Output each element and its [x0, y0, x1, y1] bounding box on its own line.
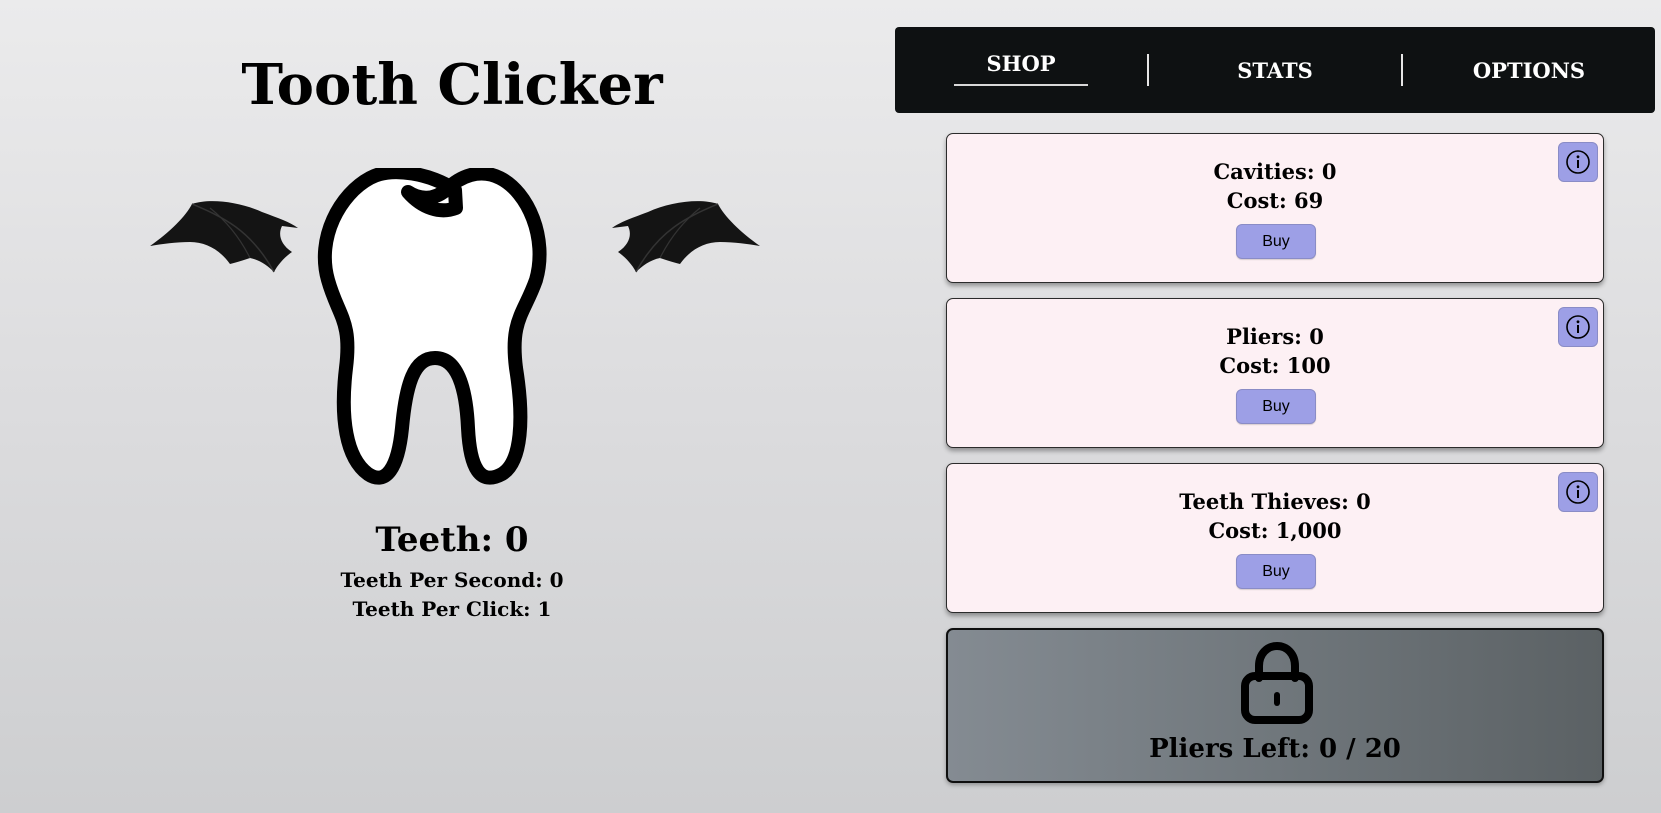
shop-item-cavities: Cavities: 0 Cost: 69 Buy	[946, 133, 1604, 283]
teeth-per-click: Teeth Per Click: 1	[352, 597, 552, 621]
info-cavities-button[interactable]	[1558, 142, 1598, 182]
teeth-per-second: Teeth Per Second: 0	[340, 568, 564, 592]
tab-options-label: OPTIONS	[1472, 57, 1586, 83]
buy-cavities-button[interactable]: Buy	[1236, 224, 1316, 259]
lock-icon	[1241, 641, 1313, 724]
buy-teeth-thieves-button[interactable]: Buy	[1236, 554, 1316, 589]
shop-item-teeth-thieves: Teeth Thieves: 0 Cost: 1,000 Buy	[946, 463, 1604, 613]
shop-item-name: Cavities: 0	[1213, 159, 1337, 184]
info-pliers-button[interactable]	[1558, 307, 1598, 347]
shop-item-cost: Cost: 1,000	[1208, 518, 1342, 543]
tab-stats-label: STATS	[1237, 57, 1313, 83]
shop-item-pliers: Pliers: 0 Cost: 100 Buy	[946, 298, 1604, 448]
shop-item-name: Teeth Thieves: 0	[1179, 489, 1371, 514]
left-wing-icon	[150, 201, 298, 273]
info-teeth-thieves-button[interactable]	[1558, 472, 1598, 512]
shop-item-cost: Cost: 69	[1226, 188, 1324, 213]
buy-pliers-button[interactable]: Buy	[1236, 389, 1316, 424]
tab-shop-label: SHOP	[954, 51, 1088, 86]
shop-item-cost: Cost: 100	[1219, 353, 1331, 378]
info-icon	[1566, 315, 1590, 339]
tab-stats[interactable]: STATS	[1149, 27, 1401, 113]
tab-shop[interactable]: SHOP	[895, 27, 1147, 113]
tab-options[interactable]: OPTIONS	[1403, 27, 1655, 113]
tooth-icon	[317, 168, 547, 485]
tab-bar: SHOP STATS OPTIONS	[895, 27, 1655, 113]
info-icon	[1566, 150, 1590, 174]
game-area: Tooth Clicker Teeth: 0 Teeth Per Second:…	[0, 0, 900, 813]
teeth-count: Teeth: 0	[375, 520, 529, 560]
locked-progress-label: Pliers Left: 0 / 20	[1149, 734, 1401, 764]
game-title: Tooth Clicker	[241, 52, 663, 118]
shop-item-name: Pliers: 0	[1226, 324, 1324, 349]
locked-shop-item: Pliers Left: 0 / 20	[946, 628, 1604, 783]
info-icon	[1566, 480, 1590, 504]
right-wing-icon	[612, 201, 760, 273]
tooth-clicker-button[interactable]	[150, 168, 760, 498]
